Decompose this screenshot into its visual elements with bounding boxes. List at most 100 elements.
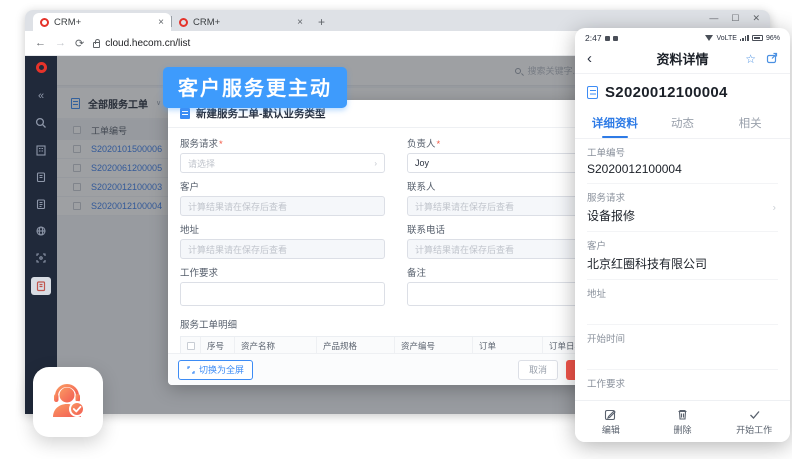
detail-column: 资产编号 xyxy=(395,337,473,353)
globe-icon[interactable] xyxy=(32,223,50,239)
customer-service-fab[interactable] xyxy=(33,367,103,437)
field-label: 工单编号 xyxy=(587,145,778,159)
select-placeholder: 请选择 xyxy=(188,157,215,170)
input-placeholder: 计算结果请在保存后查看 xyxy=(188,243,287,256)
field-value xyxy=(587,393,778,400)
url-text: cloud.hecom.cn/list xyxy=(105,38,190,49)
field-value xyxy=(587,303,778,317)
input-placeholder: 计算结果请在保存后查看 xyxy=(188,200,287,213)
phone-screen: 2:47 VoLTE 96% ‹ 资料详情 ☆ S2020012100004 xyxy=(575,28,790,442)
lock-icon xyxy=(93,42,100,48)
tab-activity[interactable]: 动态 xyxy=(649,109,717,138)
notification-icon xyxy=(605,36,610,41)
new-tab-button[interactable]: + xyxy=(318,15,325,29)
field-value: S2020012100004 xyxy=(587,162,778,176)
field-label-service-request: 服务请求 xyxy=(180,136,385,150)
action-label: 编辑 xyxy=(602,423,620,436)
url-box[interactable]: cloud.hecom.cn/list xyxy=(93,38,190,49)
fullscreen-toggle-button[interactable]: 切换为全屏 xyxy=(178,360,253,380)
chevron-right-icon: › xyxy=(773,202,776,213)
search-icon[interactable] xyxy=(32,115,50,131)
field-label: 服务请求 xyxy=(587,190,778,204)
minimize-button[interactable]: — xyxy=(709,13,718,24)
wifi-icon xyxy=(705,35,713,41)
organization-icon[interactable] xyxy=(32,142,50,158)
field-label-address: 地址 xyxy=(180,222,385,236)
modal-footer: 切换为全屏 取消 保存并开 xyxy=(168,353,640,385)
support-agent-icon xyxy=(47,381,89,423)
owner-value: Joy xyxy=(415,158,429,168)
customer-input: 计算结果请在保存后查看 xyxy=(180,196,385,216)
field-value: 北京红圈科技有限公司 xyxy=(587,255,778,272)
start-work-action-button[interactable]: 开始工作 xyxy=(718,401,790,442)
scan-icon[interactable] xyxy=(32,250,50,266)
select-all-checkbox[interactable] xyxy=(181,337,201,353)
tab-close-icon[interactable]: × xyxy=(297,17,303,28)
field-work-requirement: 工作要求 xyxy=(587,370,778,400)
field-label-customer: 客户 xyxy=(180,179,385,193)
edit-action-button[interactable]: 编辑 xyxy=(575,401,647,442)
record-icon xyxy=(587,86,598,99)
window-controls: — ☐ ✕ xyxy=(709,13,760,24)
work-order-icon[interactable] xyxy=(31,277,51,295)
input-placeholder: 计算结果请在保存后查看 xyxy=(415,243,514,256)
report-icon[interactable] xyxy=(32,169,50,185)
record-id: S2020012100004 xyxy=(605,84,728,101)
field-address: 地址 xyxy=(587,280,778,325)
field-start-time: 开始时间 xyxy=(587,325,778,370)
tab-related[interactable]: 相关 xyxy=(716,109,784,138)
edit-icon xyxy=(604,408,617,421)
field-label: 开始时间 xyxy=(587,331,778,345)
field-service-request[interactable]: 服务请求 设备报修 › xyxy=(587,184,778,232)
action-label: 开始工作 xyxy=(736,423,772,436)
notification-icon xyxy=(613,36,618,41)
battery-percent: 96% xyxy=(766,35,780,42)
browser-tab-1[interactable]: CRM+ × xyxy=(33,13,171,31)
reload-icon[interactable]: ⟳ xyxy=(75,37,84,50)
collapse-icon[interactable]: « xyxy=(32,88,50,104)
field-value xyxy=(587,348,778,362)
phone-action-bar: 编辑 删除 开始工作 xyxy=(575,400,790,442)
favorite-star-icon[interactable]: ☆ xyxy=(745,52,756,66)
check-icon xyxy=(748,408,761,421)
field-label: 客户 xyxy=(587,238,778,252)
action-label: 删除 xyxy=(674,423,692,436)
tab-close-icon[interactable]: × xyxy=(158,17,164,28)
detail-section-title: 服务工单明细 xyxy=(180,317,237,331)
marketing-badge: 客户服务更主动 xyxy=(163,67,347,108)
close-button[interactable]: ✕ xyxy=(752,13,760,24)
hecom-favicon-icon xyxy=(40,18,49,27)
field-label: 地址 xyxy=(587,286,778,300)
modal-title: 新建服务工单-默认业务类型 xyxy=(196,106,326,121)
form-icon xyxy=(180,108,190,119)
detail-column: 产品规格 xyxy=(317,337,395,353)
detail-table-header: 序号 资产名称 产品规格 资产编号 订单 订单日期 xyxy=(180,336,628,353)
signal-icon xyxy=(740,35,749,42)
field-label-work-requirement: 工作要求 xyxy=(180,265,385,279)
detail-fields: 工单编号 S2020012100004 服务请求 设备报修 › 客户 北京红圈科… xyxy=(575,139,790,400)
share-icon[interactable] xyxy=(766,52,778,64)
expand-icon xyxy=(187,366,195,374)
back-icon[interactable]: ‹ xyxy=(587,50,592,67)
tab-detail-info[interactable]: 详细资料 xyxy=(581,109,649,138)
back-icon[interactable]: ← xyxy=(35,37,46,49)
browser-tab-2[interactable]: CRM+ × xyxy=(172,13,310,31)
detail-column: 序号 xyxy=(201,337,235,353)
maximize-button[interactable]: ☐ xyxy=(731,13,739,24)
field-value: 设备报修 xyxy=(587,207,778,224)
field-work-order-no: 工单编号 S2020012100004 xyxy=(587,139,778,184)
cancel-button[interactable]: 取消 xyxy=(518,360,558,380)
service-request-select[interactable]: 请选择 › xyxy=(180,153,385,173)
new-work-order-modal: 新建服务工单-默认业务类型 服务请求 请选择 › 负责人 xyxy=(168,100,640,385)
work-requirement-textarea[interactable] xyxy=(180,282,385,306)
field-label: 工作要求 xyxy=(587,376,778,390)
battery-icon xyxy=(752,35,763,41)
modal-body: 服务请求 请选择 › 负责人 Joy xyxy=(168,128,640,353)
record-title-row: S2020012100004 xyxy=(575,74,790,109)
document-icon[interactable] xyxy=(32,196,50,212)
delete-action-button[interactable]: 删除 xyxy=(647,401,719,442)
field-customer: 客户 北京红圈科技有限公司 xyxy=(587,232,778,280)
status-time: 2:47 xyxy=(585,33,602,43)
chevron-right-icon: › xyxy=(374,159,377,168)
detail-column: 资产名称 xyxy=(235,337,317,353)
